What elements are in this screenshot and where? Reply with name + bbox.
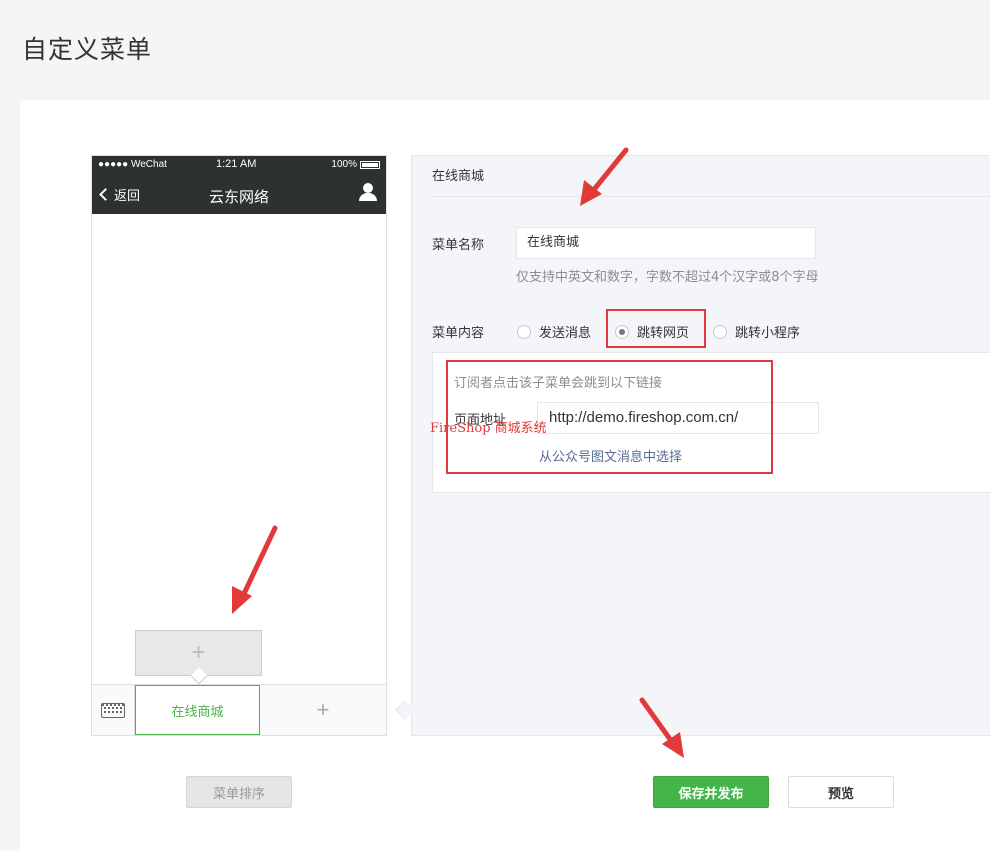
menu-item-online-mall[interactable]: 在线商城 [135, 685, 260, 735]
highlight-box-radio [606, 309, 706, 348]
plus-icon: + [191, 639, 206, 666]
phone-status-bar: ●●●●● WeChat 1:21 AM 100% [92, 156, 386, 174]
menu-name-label: 菜单名称 [432, 238, 485, 253]
battery-icon [360, 160, 380, 169]
arrow-annotation-icon [232, 525, 278, 614]
radio-icon [713, 324, 727, 339]
page-title: 自定义菜单 [22, 35, 153, 64]
editor-header: 在线商城 [432, 156, 990, 197]
carrier-label: ●●●●● WeChat [98, 159, 167, 170]
battery-percent: 100% [331, 159, 357, 170]
plus-icon: + [316, 697, 330, 722]
menu-content-label: 菜单内容 [432, 326, 485, 341]
battery-indicator: 100% [331, 159, 380, 170]
add-menu-button[interactable]: + [260, 685, 386, 735]
account-name: 云东网络 [208, 188, 269, 206]
menu-sort-button[interactable]: 菜单排序 [186, 776, 292, 808]
keyboard-icon [92, 685, 135, 735]
watermark-text: FireShop 商城系统 [430, 421, 547, 436]
status-time: 1:21 AM [216, 158, 257, 170]
save-publish-button[interactable]: 保存并发布 [653, 776, 769, 808]
arrow-annotation-icon [580, 147, 629, 206]
radio-icon [517, 324, 531, 339]
radio-send-message[interactable]: 发送消息 [517, 322, 591, 341]
phone-menu-bar: 在线商城 + [92, 684, 386, 735]
arrow-annotation-icon [639, 697, 684, 758]
radio-jump-miniprogram[interactable]: 跳转小程序 [713, 322, 800, 341]
menu-name-hint: 仅支持中英文和数字，字数不超过4个汉字或8个字母 [516, 270, 819, 285]
user-icon [359, 183, 377, 203]
menu-name-input[interactable]: 在线商城 [516, 227, 816, 259]
preview-button[interactable]: 预览 [788, 776, 894, 808]
add-submenu-button[interactable]: + [135, 630, 262, 685]
phone-preview: ●●●●● WeChat 1:21 AM 100% 返回 云东网络 + 在线商城… [91, 155, 387, 736]
phone-nav-bar: 返回 云东网络 [92, 174, 386, 214]
